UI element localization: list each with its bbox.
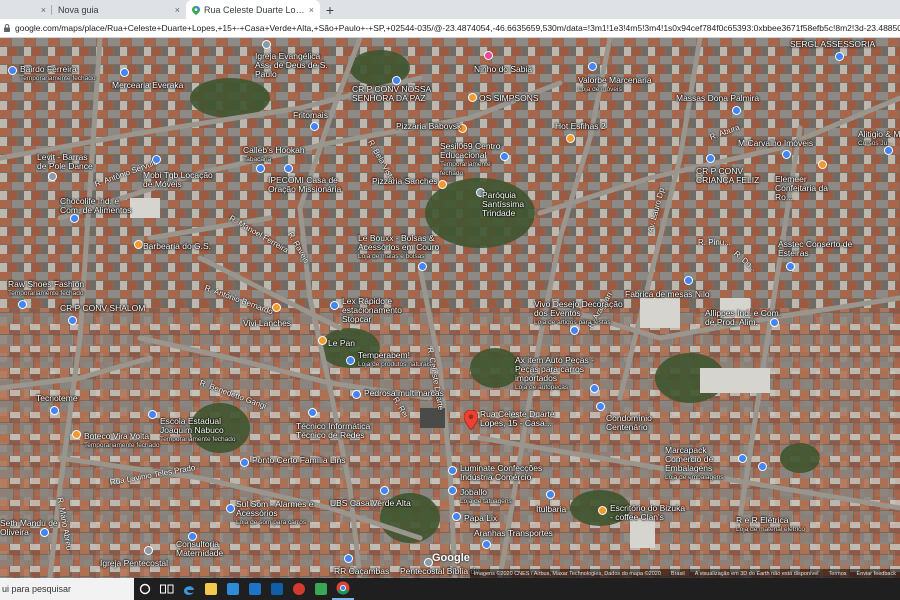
selected-location-pin-icon[interactable] (464, 410, 478, 430)
office-icon (782, 150, 791, 159)
shopping-icon (50, 406, 59, 415)
google-logo: Google (432, 552, 470, 564)
earth-3d-notice: A visualização em 3D do Earth não está d… (694, 570, 819, 577)
file-explorer-icon[interactable] (200, 578, 222, 600)
url-text[interactable]: google.com/maps/place/Rua+Celeste+Duarte… (15, 23, 900, 33)
task-view-icon[interactable] (156, 578, 178, 600)
church-icon (262, 40, 271, 49)
shopping-icon (120, 68, 129, 77)
place-pin-icon (484, 51, 493, 60)
shopping-icon (732, 106, 741, 115)
shopping-icon (226, 504, 235, 513)
close-icon[interactable]: × (37, 5, 46, 15)
truck-icon (344, 554, 353, 563)
restaurant-icon (468, 93, 477, 102)
shopping-icon (570, 326, 579, 335)
send-feedback-link[interactable]: Enviar feedback (857, 571, 896, 577)
shopping-icon (758, 462, 767, 471)
hospital-icon (380, 486, 389, 495)
shopping-icon (310, 122, 319, 131)
bar-icon (72, 430, 81, 439)
shopping-icon (786, 262, 795, 271)
close-icon[interactable]: × (305, 5, 314, 15)
shopping-icon (418, 262, 427, 271)
cortana-icon[interactable] (134, 578, 156, 600)
parking-icon (330, 301, 339, 310)
church-icon (144, 546, 153, 555)
country-label: Brasil (670, 570, 685, 577)
shopping-icon (70, 214, 79, 223)
outlook-icon[interactable] (266, 578, 288, 600)
browser-tab-1[interactable]: × (0, 0, 52, 19)
windows-taskbar: ui para pesquisar (0, 578, 900, 600)
close-icon[interactable]: × (171, 5, 180, 15)
selected-place-label[interactable]: Rua Celeste Duarte Lopes, 15 - Casa... (480, 410, 560, 428)
place-pin-icon (8, 66, 17, 75)
church-icon (284, 164, 293, 173)
satellite-map[interactable]: R. Antônio Sérvulo R. Manoel Ferreira R.… (0, 38, 900, 578)
shopping-icon (256, 164, 265, 173)
map-attribution-bar: Imagens ©2020 CNES / Airbus, Maxar Techn… (469, 569, 900, 578)
shopping-icon (152, 155, 161, 164)
shopping-icon (684, 276, 693, 285)
browser-tab-maps[interactable]: Rua Celeste Duarte Lopes, 15 - C... × (186, 0, 320, 19)
address-bar[interactable]: google.com/maps/place/Rua+Celeste+Duarte… (0, 19, 900, 38)
building-icon (596, 402, 605, 411)
shopping-icon (240, 458, 249, 467)
browser-tab-nova-guia[interactable]: Nova guia × (52, 0, 186, 19)
shopping-icon (546, 490, 555, 499)
restaurant-icon (438, 180, 447, 189)
lock-icon (4, 24, 10, 32)
barber-icon (134, 240, 143, 249)
restaurant-icon (272, 303, 281, 312)
shopping-icon (448, 486, 457, 495)
search-placeholder: ui para pesquisar (2, 584, 72, 594)
computer-icon (308, 408, 317, 417)
shopping-icon (588, 62, 597, 71)
edge-icon[interactable] (178, 578, 200, 600)
tab-label: Nova guia (58, 4, 99, 15)
car-icon (352, 390, 361, 399)
shopping-icon (448, 466, 457, 475)
mail-icon[interactable] (244, 578, 266, 600)
shopping-icon (452, 512, 461, 521)
school-icon (68, 316, 77, 325)
truck-icon (482, 540, 491, 549)
school-icon (148, 410, 157, 419)
app-red-icon[interactable] (288, 578, 310, 600)
chrome-icon[interactable] (332, 578, 354, 600)
imagery-credits: Imagens ©2020 CNES / Airbus, Maxar Techn… (473, 570, 661, 577)
app-green-icon[interactable] (310, 578, 332, 600)
store-icon[interactable] (222, 578, 244, 600)
street-label: R. Pinu... (698, 238, 731, 247)
cafe-icon (598, 506, 607, 515)
shopping-icon (18, 300, 27, 309)
maps-favicon-icon (192, 5, 200, 15)
taskbar-search-box[interactable]: ui para pesquisar (0, 578, 134, 600)
place-pin-icon (835, 52, 844, 61)
terms-link[interactable]: Termos (829, 571, 847, 577)
school-icon (706, 154, 715, 163)
tab-label: Rua Celeste Duarte Lopes, 15 - C... (204, 4, 305, 15)
shopping-icon (346, 356, 355, 365)
place-pin-icon (48, 172, 57, 181)
cafe-icon (318, 336, 327, 345)
cafe-icon (818, 160, 827, 169)
restaurant-icon (566, 134, 575, 143)
browser-tab-strip: × Nova guia × Rua Celeste Duarte Lopes, … (0, 0, 900, 19)
new-tab-button[interactable]: + (320, 0, 340, 19)
